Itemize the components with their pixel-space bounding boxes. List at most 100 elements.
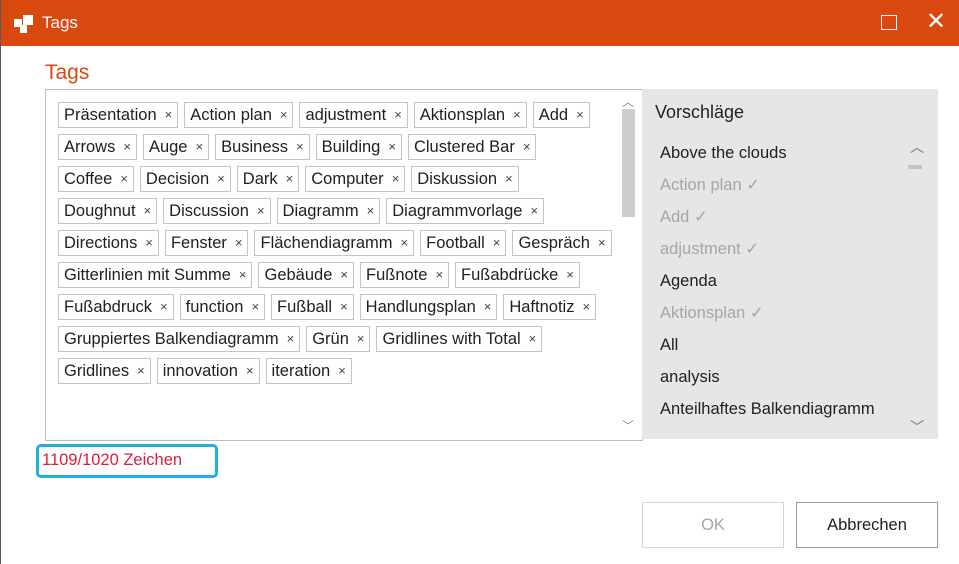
remove-tag-icon[interactable]: × bbox=[280, 103, 288, 127]
suggestion-item[interactable]: Aktionsplan ✓ bbox=[660, 301, 920, 333]
tags-scrollbar[interactable]: ︿ ﹀ bbox=[618, 89, 640, 439]
scroll-up-icon[interactable]: ︿ bbox=[622, 93, 634, 110]
tag-chip: Gitterlinien mit Summe × bbox=[58, 262, 253, 288]
remove-tag-icon[interactable]: × bbox=[338, 359, 346, 383]
remove-tag-icon[interactable]: × bbox=[435, 263, 443, 287]
remove-tag-icon[interactable]: × bbox=[566, 263, 574, 287]
remove-tag-icon[interactable]: × bbox=[251, 295, 259, 319]
remove-tag-icon[interactable]: × bbox=[239, 263, 247, 287]
remove-tag-icon[interactable]: × bbox=[357, 327, 365, 351]
tags-input-area[interactable]: Präsentation × Action plan × adjustment × Akti… bbox=[45, 89, 643, 441]
suggestion-item[interactable]: Anteilhaftes Balkendiagramm bbox=[660, 397, 920, 429]
tag-label: Discussion bbox=[169, 202, 249, 220]
tag-chip: Clustered Bar × bbox=[407, 134, 537, 160]
remove-tag-icon[interactable]: × bbox=[195, 135, 203, 159]
remove-tag-icon[interactable]: × bbox=[340, 295, 348, 319]
tag-chip: Discussion × bbox=[163, 198, 271, 224]
remove-tag-icon[interactable]: × bbox=[388, 135, 396, 159]
remove-tag-icon[interactable]: × bbox=[582, 295, 590, 319]
suggestion-item[interactable]: Action plan ✓ bbox=[660, 173, 920, 205]
tag-chip: Building × bbox=[315, 134, 402, 160]
remove-tag-icon[interactable]: × bbox=[513, 103, 521, 127]
remove-tag-icon[interactable]: × bbox=[576, 103, 584, 127]
tag-chip: Grün × bbox=[306, 326, 371, 352]
tag-chip: innovation × bbox=[156, 358, 260, 384]
tag-chip: Arrows × bbox=[58, 134, 137, 160]
remove-tag-icon[interactable]: × bbox=[165, 103, 173, 127]
app-icon bbox=[14, 15, 34, 33]
cancel-button[interactable]: Abbrechen bbox=[796, 502, 938, 548]
suggestions-scrollbar-thumb[interactable] bbox=[908, 165, 922, 169]
tag-chip: Gruppiertes Balkendiagramm × bbox=[58, 326, 301, 352]
remove-tag-icon[interactable]: × bbox=[392, 167, 400, 191]
remove-tag-icon[interactable]: × bbox=[287, 327, 295, 351]
scrollbar-thumb[interactable] bbox=[622, 109, 635, 217]
suggestion-item[interactable]: All bbox=[660, 333, 920, 365]
tag-label: Flächendiagramm bbox=[260, 234, 393, 252]
tag-label: Fußabdrücke bbox=[461, 266, 559, 284]
remove-tag-icon[interactable]: × bbox=[296, 135, 304, 159]
suggestions-scroll-up-icon[interactable]: ︿ bbox=[910, 137, 924, 157]
tag-chip: Decision × bbox=[139, 166, 231, 192]
remove-tag-icon[interactable]: × bbox=[257, 199, 265, 223]
remove-tag-icon[interactable]: × bbox=[144, 199, 152, 223]
remove-tag-icon[interactable]: × bbox=[160, 295, 168, 319]
suggestion-item[interactable]: adjustment ✓ bbox=[660, 237, 920, 269]
tag-label: Add bbox=[538, 106, 569, 124]
tag-list: Präsentation × Action plan × adjustment × Akti… bbox=[58, 102, 618, 384]
tag-chip: Doughnut × bbox=[58, 198, 158, 224]
suggestion-item[interactable]: Above the clouds bbox=[660, 141, 920, 173]
remove-tag-icon[interactable]: × bbox=[217, 167, 225, 191]
tag-chip: Fußnote × bbox=[359, 262, 450, 288]
tags-dialog: Tags ✕ Tags Präsentation × Action plan × adj… bbox=[0, 0, 959, 564]
remove-tag-icon[interactable]: × bbox=[484, 295, 492, 319]
remove-tag-icon[interactable]: × bbox=[530, 199, 538, 223]
tag-label: Diagramm bbox=[282, 202, 359, 220]
tag-label: Gruppiertes Balkendiagramm bbox=[64, 330, 279, 348]
remove-tag-icon[interactable]: × bbox=[145, 231, 153, 255]
tag-chip: Computer × bbox=[305, 166, 406, 192]
suggestion-item[interactable]: analysis bbox=[660, 365, 920, 397]
tag-label: Fußabdruck bbox=[64, 298, 153, 316]
tag-label: Gitterlinien mit Summe bbox=[64, 266, 231, 284]
tag-label: Dark bbox=[242, 170, 278, 188]
tag-chip: Fußball × bbox=[271, 294, 354, 320]
remove-tag-icon[interactable]: × bbox=[523, 135, 531, 159]
tag-chip: Gridlines with Total × bbox=[376, 326, 543, 352]
remove-tag-icon[interactable]: × bbox=[598, 231, 606, 255]
maximize-icon[interactable] bbox=[881, 15, 897, 30]
ok-button[interactable]: OK bbox=[642, 502, 784, 548]
tag-label: adjustment bbox=[305, 106, 387, 124]
close-icon[interactable]: ✕ bbox=[926, 8, 946, 36]
remove-tag-icon[interactable]: × bbox=[120, 167, 128, 191]
tag-label: Diskussion bbox=[417, 170, 498, 188]
remove-tag-icon[interactable]: × bbox=[529, 327, 537, 351]
tag-label: Haftnotiz bbox=[509, 298, 575, 316]
remove-tag-icon[interactable]: × bbox=[340, 263, 348, 287]
remove-tag-icon[interactable]: × bbox=[505, 167, 513, 191]
tag-label: Computer bbox=[311, 170, 384, 188]
suggestions-title: Vorschläge bbox=[655, 102, 745, 122]
tag-chip: Gebäude × bbox=[258, 262, 354, 288]
suggestions-scroll-down-icon[interactable]: ﹀ bbox=[910, 417, 924, 437]
character-counter: 1109/1020 Zeichen bbox=[42, 451, 183, 469]
remove-tag-icon[interactable]: × bbox=[394, 103, 402, 127]
suggestion-item[interactable]: Agenda bbox=[660, 269, 920, 301]
remove-tag-icon[interactable]: × bbox=[246, 359, 254, 383]
tag-label: innovation bbox=[162, 362, 238, 380]
tag-chip: Auge × bbox=[142, 134, 210, 160]
tag-label: Diagrammvorlage bbox=[392, 202, 523, 220]
scroll-down-icon[interactable]: ﹀ bbox=[622, 417, 634, 434]
remove-tag-icon[interactable]: × bbox=[123, 135, 131, 159]
remove-tag-icon[interactable]: × bbox=[235, 231, 243, 255]
remove-tag-icon[interactable]: × bbox=[367, 199, 375, 223]
suggestion-item[interactable]: Add ✓ bbox=[660, 205, 920, 237]
remove-tag-icon[interactable]: × bbox=[401, 231, 409, 255]
tag-chip: Football × bbox=[420, 230, 507, 256]
suggestions-list: Above the clouds Action plan ✓ Add ✓ adjust… bbox=[660, 141, 920, 429]
tag-label: Directions bbox=[64, 234, 138, 252]
remove-tag-icon[interactable]: × bbox=[137, 359, 145, 383]
remove-tag-icon[interactable]: × bbox=[286, 167, 294, 191]
tag-chip: Diagrammvorlage × bbox=[386, 198, 545, 224]
remove-tag-icon[interactable]: × bbox=[493, 231, 501, 255]
